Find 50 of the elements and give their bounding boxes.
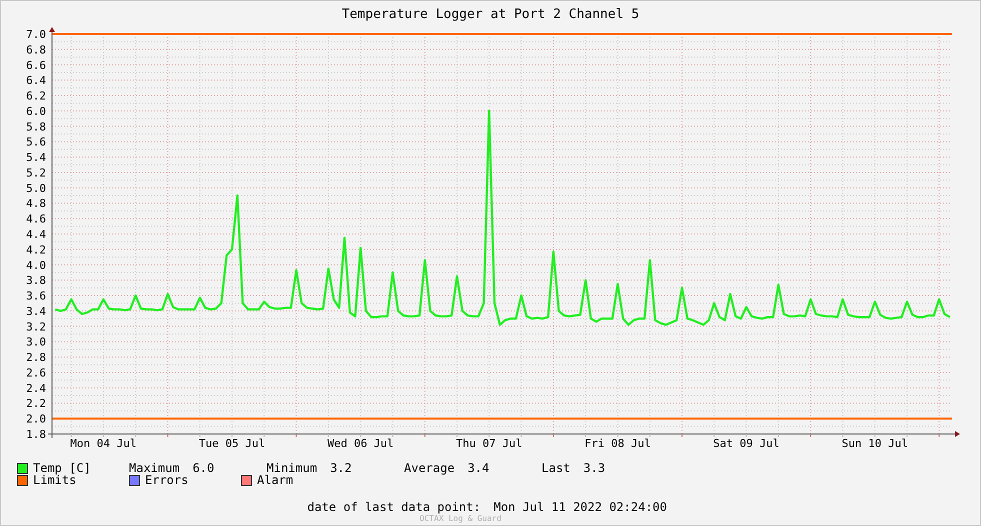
legend-label: Temp [C] [33, 462, 91, 474]
y-tick-label: 4.2 [26, 243, 46, 256]
y-tick-label: 1.8 [26, 428, 46, 441]
x-tick-label: Thu 07 Jul [456, 437, 522, 450]
y-tick-label: 3.0 [26, 336, 46, 349]
y-tick-label: 3.6 [26, 290, 46, 303]
y-tick-label: 3.2 [26, 320, 46, 334]
x-tick-label: Sat 09 Jul [713, 437, 780, 450]
y-tick-label: 5.8 [26, 120, 46, 134]
stat-value: 6.0 [192, 462, 214, 474]
x-tick-label: Mon 04 Jul [70, 437, 137, 450]
y-tick-label: 3.4 [26, 304, 46, 318]
y-tick-label: 4.4 [26, 228, 46, 241]
y-tick-label: 7.0 [26, 28, 46, 41]
y-tick-label: 4.8 [26, 197, 46, 210]
y-tick-label: 5.0 [26, 182, 46, 195]
y-tick-label: 6.4 [26, 74, 46, 88]
stat-label: Minimum [266, 462, 318, 474]
x-tick-label: Wed 06 Jul [327, 437, 394, 450]
y-tick-label: 6.2 [26, 90, 46, 103]
y-tick-label: 5.2 [26, 166, 46, 180]
x-tick-label: Sun 10 Jul [842, 437, 908, 450]
stat-value: 3.2 [330, 462, 352, 474]
stat-label: Maximum [129, 462, 180, 474]
y-tick-label: 4.6 [26, 212, 46, 226]
legend-label: Errors [145, 474, 188, 486]
x-tick-label: Tue 05 Jul [198, 437, 266, 450]
stat-label: Average [404, 462, 455, 474]
y-tick-label: 6.8 [26, 43, 46, 56]
stat-value: 3.3 [583, 462, 606, 474]
x-tick-label: Fri 08 Jul [584, 437, 651, 450]
y-tick-label: 2.4 [26, 382, 46, 395]
footer-label: date of last data point: [307, 500, 481, 514]
y-tick-label: 2.6 [26, 366, 46, 380]
y-tick-label: 6.6 [26, 58, 46, 72]
legend-label: Alarm [257, 474, 294, 486]
legend-label: Limits [33, 474, 76, 486]
y-tick-label: 5.4 [26, 151, 46, 164]
y-tick-label: 3.8 [26, 274, 46, 288]
stat-label: Last [542, 462, 570, 474]
y-tick-label: 4.0 [26, 258, 46, 272]
watermark-text: OCTAX Log & Guard [420, 514, 502, 523]
stat-value: 3.4 [468, 462, 490, 474]
chart-title: Temperature Logger at Port 2 Channel 5 [342, 6, 640, 22]
y-tick-label: 2.2 [26, 397, 46, 410]
y-tick-label: 6.0 [26, 104, 46, 118]
y-tick-label: 2.0 [26, 412, 46, 426]
y-tick-label: 2.8 [26, 351, 46, 364]
y-tick-label: 5.6 [26, 136, 46, 149]
footer-date: Mon Jul 11 2022 02:24:00 [494, 500, 667, 514]
